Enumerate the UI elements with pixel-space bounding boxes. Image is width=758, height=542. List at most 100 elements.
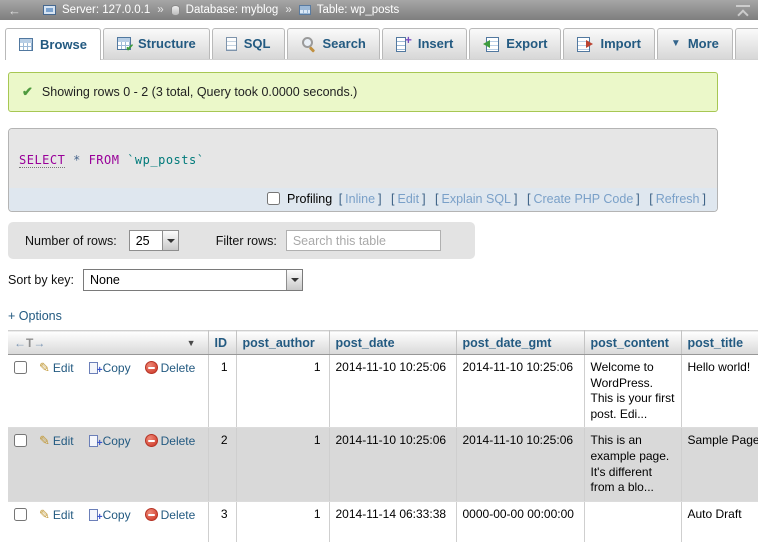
row-actions-cell: ✎Edit Copy Delete: [8, 501, 208, 542]
edit-pencil-icon: ✎: [39, 360, 50, 375]
cell-post-date-gmt: 2014-11-10 10:25:06: [456, 428, 584, 501]
edit-row-link[interactable]: Edit: [53, 361, 74, 375]
bracket: ]: [378, 192, 381, 206]
tab-bar: Browse Structure SQL Search Insert Expor…: [5, 28, 758, 60]
column-header-post-date-gmt[interactable]: post_date_gmt: [456, 331, 584, 355]
row-checkbox[interactable]: [14, 508, 27, 521]
delete-icon: [145, 434, 158, 447]
sort-key-select[interactable]: None: [83, 269, 303, 291]
row-checkbox[interactable]: [14, 434, 27, 447]
copy-row-link[interactable]: Copy: [103, 434, 131, 448]
copy-row-link[interactable]: Copy: [103, 508, 131, 522]
explain-sql-link[interactable]: Explain SQL: [442, 192, 511, 206]
cell-post-date: 2014-11-10 10:25:06: [329, 355, 456, 428]
breadcrumb-database-link[interactable]: Database: myblog: [186, 4, 279, 16]
row-actions-cell: ✎Edit Copy Delete: [8, 428, 208, 501]
tab-label: Insert: [418, 36, 453, 51]
breadcrumb-server-link[interactable]: Server: 127.0.0.1: [62, 4, 150, 16]
row-actions-cell: ✎Edit Copy Delete: [8, 355, 208, 428]
sql-keyword-select: SELECT: [19, 153, 65, 168]
column-header-post-author[interactable]: post_author: [236, 331, 329, 355]
insert-icon: [396, 37, 411, 50]
breadcrumb-table-link[interactable]: Table: wp_posts: [317, 4, 399, 16]
bracket: [: [649, 192, 652, 206]
server-icon: [43, 5, 56, 15]
cell-post-content: This is an example page. It's different …: [584, 428, 681, 501]
copy-icon: [88, 508, 101, 521]
cell-post-content: [584, 501, 681, 542]
edit-row-link[interactable]: Edit: [53, 508, 74, 522]
cell-post-content: Welcome to WordPress. This is your first…: [584, 355, 681, 428]
sort-options-caret-icon[interactable]: ▼: [187, 338, 196, 348]
table-row: ✎EditCopyDelete 2 1 2014-11-10 10:25:06 …: [8, 428, 758, 501]
tab-insert[interactable]: Insert: [382, 28, 467, 59]
table-filter-input[interactable]: [286, 230, 441, 251]
import-icon: [577, 37, 593, 50]
browse-icon: [19, 38, 33, 51]
cell-post-date: 2014-11-10 10:25:06: [329, 428, 456, 501]
delete-icon: [145, 508, 158, 521]
options-toggle-link[interactable]: + Options: [8, 309, 62, 323]
create-php-code-link[interactable]: Create PHP Code: [533, 192, 633, 206]
tab-label: Export: [506, 36, 547, 51]
profiling-checkbox[interactable]: [267, 192, 280, 205]
breadcrumb: ← Server: 127.0.0.1 » Database: myblog »…: [0, 0, 758, 20]
table-icon: [299, 5, 311, 15]
column-header-post-content[interactable]: post_content: [584, 331, 681, 355]
tab-label: Search: [323, 36, 366, 51]
sort-control: Sort by key: None: [8, 269, 758, 291]
column-header-post-date[interactable]: post_date: [329, 331, 456, 355]
tab-label: Browse: [40, 37, 87, 52]
bracket: ]: [636, 192, 639, 206]
sql-table-name: `wp_posts`: [127, 153, 204, 167]
breadcrumb-separator: »: [285, 4, 291, 16]
column-header-post-title[interactable]: post_title: [681, 331, 758, 355]
bracket: [: [391, 192, 394, 206]
dropdown-arrow-icon: [286, 270, 302, 290]
tab-export[interactable]: Export: [469, 28, 561, 59]
sql-icon: [226, 37, 237, 51]
delete-row-link[interactable]: Delete: [161, 361, 196, 375]
copy-icon: [88, 361, 101, 374]
copy-row-link[interactable]: Copy: [103, 361, 131, 375]
bracket: ]: [703, 192, 706, 206]
delete-row-link[interactable]: Delete: [161, 508, 196, 522]
inline-link[interactable]: Inline: [345, 192, 375, 206]
edit-pencil-icon: ✎: [39, 433, 50, 448]
rows-per-page-select[interactable]: 25: [129, 230, 179, 251]
tab-import[interactable]: Import: [563, 28, 654, 59]
header-row: ←T→ ▼ ID post_author post_date post_date…: [8, 331, 758, 355]
results-table: ←T→ ▼ ID post_author post_date post_date…: [8, 330, 758, 542]
edit-row-link[interactable]: Edit: [53, 434, 74, 448]
cell-post-author: 1: [236, 355, 329, 428]
cell-post-author: 1: [236, 428, 329, 501]
delete-icon: [145, 361, 158, 374]
row-checkbox[interactable]: [14, 361, 27, 374]
tab-browse[interactable]: Browse: [5, 28, 101, 60]
tab-sql[interactable]: SQL: [212, 28, 285, 59]
bracket: [: [339, 192, 342, 206]
rows-control-bar: Number of rows: 25 Filter rows:: [8, 222, 475, 259]
tab-more[interactable]: ▼ More: [657, 28, 733, 59]
column-order-icon[interactable]: ←T→: [14, 336, 45, 350]
edit-query-link[interactable]: Edit: [398, 192, 420, 206]
dropdown-arrow-icon: [162, 231, 178, 250]
cell-id: 3: [208, 501, 236, 542]
cell-post-title: Sample Page: [681, 428, 758, 501]
cell-post-date-gmt: 2014-11-10 10:25:06: [456, 355, 584, 428]
column-header-id[interactable]: ID: [208, 331, 236, 355]
refresh-link[interactable]: Refresh: [656, 192, 700, 206]
sort-key-value: None: [84, 273, 286, 287]
tab-search[interactable]: Search: [287, 28, 380, 59]
chevron-down-icon: ▼: [671, 38, 681, 49]
delete-row-link[interactable]: Delete: [161, 434, 196, 448]
success-message: ✔ Showing rows 0 - 2 (3 total, Query too…: [8, 72, 718, 112]
tab-structure[interactable]: Structure: [103, 28, 210, 59]
cell-post-title: Auto Draft: [681, 501, 758, 542]
collapse-panel-icon[interactable]: [736, 5, 750, 15]
profiling-label: Profiling: [287, 192, 332, 206]
search-icon: [301, 37, 316, 51]
back-arrow-icon[interactable]: ←: [8, 3, 21, 18]
bracket: [: [527, 192, 530, 206]
edit-pencil-icon: ✎: [39, 507, 50, 522]
